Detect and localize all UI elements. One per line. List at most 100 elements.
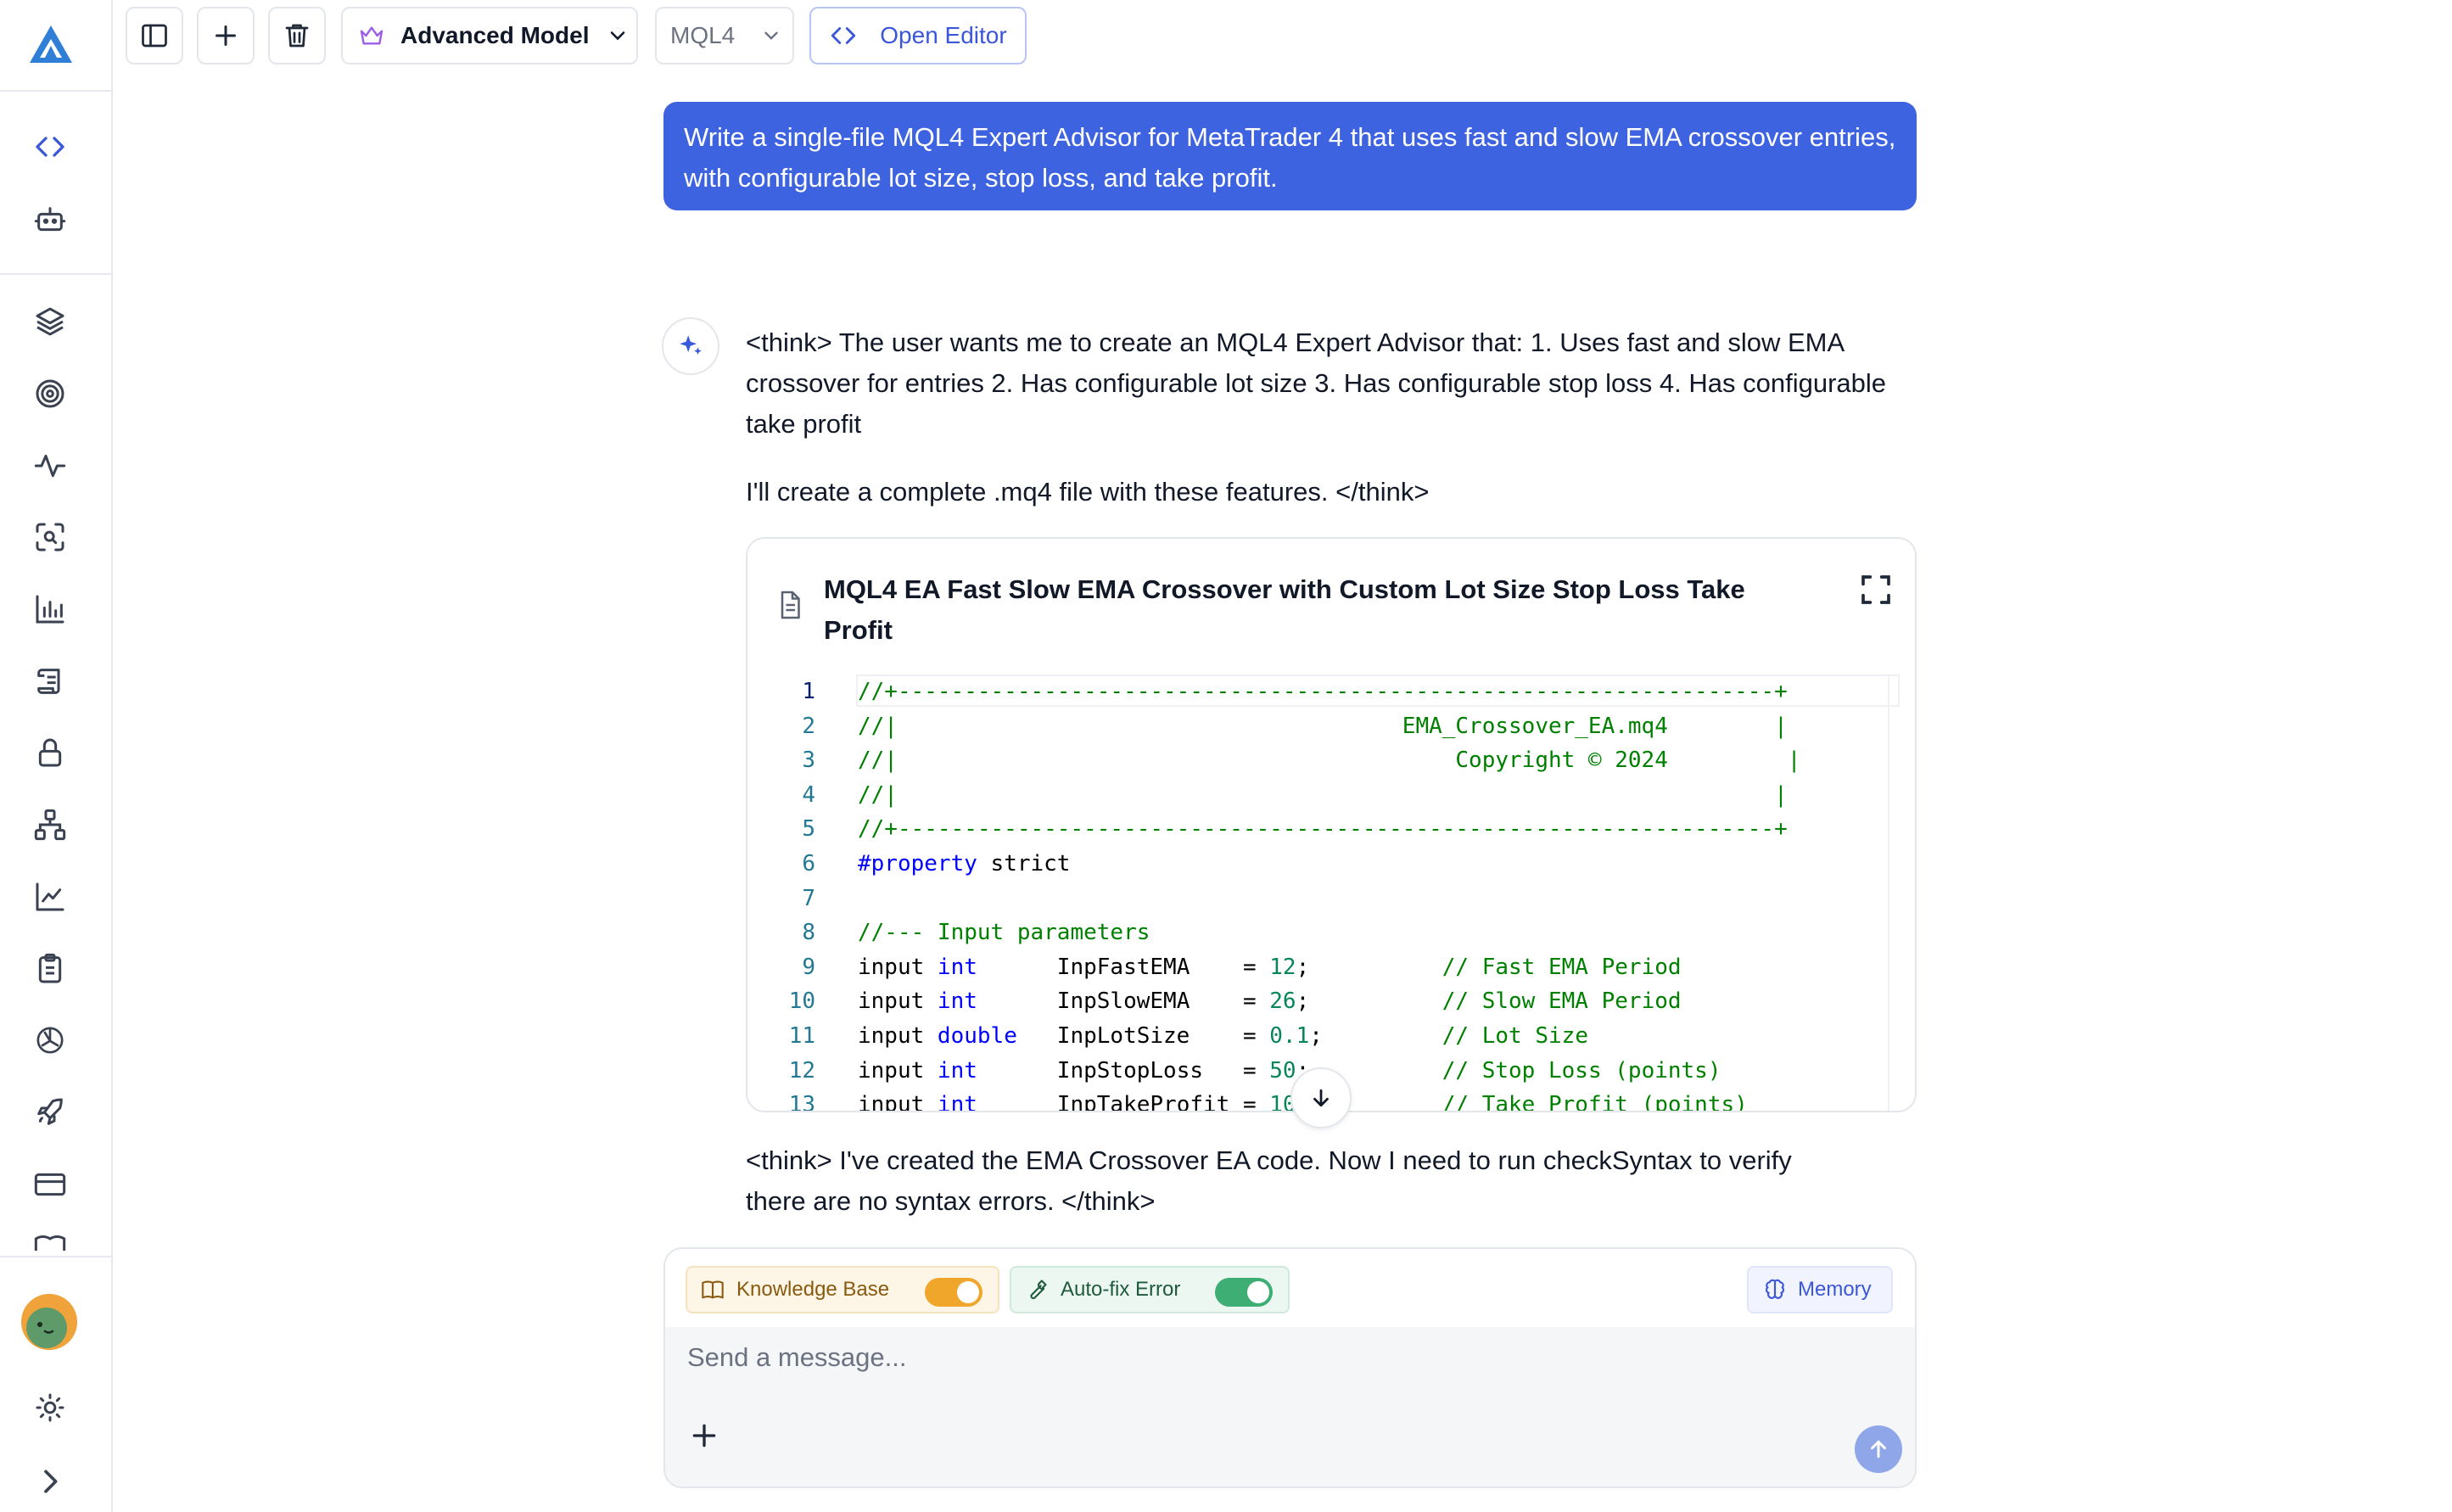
code-line: 11 input double InpLotSize = 0.1; // Lot …	[747, 1019, 1884, 1053]
bar-chart-icon[interactable]	[31, 590, 70, 629]
scroll-icon[interactable]	[31, 662, 70, 701]
settings-icon[interactable]	[31, 1388, 70, 1427]
model-label: Advanced Model	[400, 22, 590, 48]
code-text: //| Copyright © 2024 |	[858, 748, 1801, 774]
memory-button[interactable]: Memory	[1747, 1266, 1893, 1313]
assistant-avatar	[662, 317, 719, 375]
lock-icon[interactable]	[31, 733, 70, 772]
code-line: 1 //+------------------------------------…	[747, 675, 1884, 708]
code-block-title: MQL4 EA Fast Slow EMA Crossover with Cus…	[824, 574, 1745, 645]
assistant-thinking-text: I'll create a complete .mq4 file with th…	[746, 477, 1430, 507]
code-text: input int InpStopLoss = 50; // Stop Loss…	[858, 1057, 1721, 1084]
openai-icon[interactable]	[31, 1021, 70, 1060]
code-icon	[831, 27, 856, 44]
code-line: 8 //--- Input parameters	[747, 916, 1884, 949]
line-number: 8	[802, 920, 815, 946]
code-text: //| |	[858, 781, 1788, 808]
code-line: 10 input int InpSlowEMA = 26; // Slow EMA…	[747, 984, 1884, 1018]
line-number: 13	[788, 1092, 815, 1112]
line-chart-icon[interactable]	[31, 877, 70, 916]
chevron-down-icon	[611, 31, 625, 41]
assistant-thinking-text: <think> I've created the EMA Crossover E…	[746, 1145, 1792, 1216]
composer-toolbar: Knowledge Base Auto-fix Error Memory	[665, 1249, 1915, 1327]
knowledge-base-chip[interactable]: Knowledge Base	[686, 1266, 999, 1313]
line-number: 12	[788, 1057, 815, 1084]
open-editor-label: Open Editor	[880, 22, 1007, 48]
wrench-icon	[1030, 1280, 1047, 1300]
sidebar-panel-icon	[142, 24, 167, 48]
delete-chat-button[interactable]	[268, 7, 326, 64]
code-line: 6 #property strict	[747, 847, 1884, 881]
arrow-down-icon	[1313, 1089, 1329, 1107]
avatar[interactable]	[21, 1294, 77, 1350]
new-chat-button[interactable]	[197, 7, 255, 64]
target-icon[interactable]	[31, 374, 70, 413]
chevron-right-icon[interactable]	[31, 1462, 70, 1501]
code-text: //+-------------------------------------…	[858, 679, 1788, 704]
code-text: //+-------------------------------------…	[858, 816, 1788, 843]
attach-button[interactable]	[687, 1419, 721, 1453]
code-line: 2 //| EMA_Crossover_EA.mq4 |	[747, 709, 1884, 743]
chevron-down-icon	[764, 31, 778, 40]
line-number: 9	[802, 954, 815, 980]
toggle-sidebar-button[interactable]	[126, 7, 183, 64]
crown-icon	[360, 26, 383, 45]
sparkle-icon	[680, 335, 702, 355]
line-number: 7	[802, 885, 815, 911]
memory-label: Memory	[1798, 1278, 1872, 1301]
scan-search-icon[interactable]	[31, 518, 70, 557]
code-line: 5 //+------------------------------------…	[747, 812, 1884, 846]
expand-icon[interactable]	[1859, 573, 1893, 607]
line-number: 2	[802, 713, 815, 739]
language-selector[interactable]: MQL4	[655, 7, 794, 64]
brain-icon	[1766, 1279, 1784, 1299]
file-icon	[775, 590, 805, 624]
rocket-icon[interactable]	[31, 1093, 70, 1132]
code-line: 7	[747, 882, 1884, 916]
code-text: input int InpSlowEMA = 26; // Slow EMA P…	[858, 988, 1682, 1015]
line-number: 10	[788, 988, 815, 1015]
logo-icon[interactable]	[25, 20, 77, 71]
code-editor[interactable]: 1 //+------------------------------------…	[747, 675, 1900, 1112]
autofix-label: Auto-fix Error	[1061, 1278, 1181, 1301]
code-text: input int InpFastEMA = 12; // Fast EMA P…	[858, 954, 1682, 980]
code-text: input double InpLotSize = 0.1; // Lot Si…	[858, 1023, 1588, 1049]
line-number: 4	[802, 781, 815, 808]
line-number: 6	[802, 851, 815, 876]
plus-icon	[216, 25, 236, 46]
send-button[interactable]	[1855, 1425, 1902, 1473]
line-number: 5	[802, 816, 815, 843]
activity-icon[interactable]	[31, 446, 70, 485]
model-selector[interactable]: Advanced Model	[341, 7, 638, 64]
code-scrollbar[interactable]	[1888, 675, 1915, 1111]
code-text: //| EMA_Crossover_EA.mq4 |	[858, 713, 1788, 739]
trash-icon	[285, 24, 309, 48]
knowledge-base-label: Knowledge Base	[736, 1278, 890, 1301]
book-open-icon	[702, 1280, 724, 1299]
credit-card-icon[interactable]	[31, 1165, 70, 1204]
clipboard-icon[interactable]	[31, 949, 70, 988]
autofix-chip[interactable]: Auto-fix Error	[1010, 1266, 1290, 1313]
bot-icon[interactable]	[31, 200, 70, 239]
arrow-up-icon	[1871, 1440, 1886, 1459]
code-text: #property strict	[858, 851, 1071, 876]
knowledge-base-toggle[interactable]	[925, 1278, 982, 1307]
open-editor-button[interactable]: Open Editor	[809, 7, 1027, 64]
scroll-down-button[interactable]	[1290, 1067, 1352, 1128]
line-number: 11	[788, 1023, 815, 1049]
code-block-card: MQL4 EA Fast Slow EMA Crossover with Cus…	[746, 537, 1917, 1112]
code-line: 4 //| |	[747, 778, 1884, 812]
code-text: //--- Input parameters	[858, 920, 1150, 946]
layers-icon[interactable]	[31, 302, 70, 341]
sidebar	[0, 0, 113, 1512]
book-icon[interactable]	[31, 1230, 70, 1251]
network-icon[interactable]	[31, 805, 70, 844]
plus-icon	[692, 1424, 716, 1448]
line-number: 1	[802, 679, 815, 704]
message-input[interactable]: Send a message...	[687, 1342, 907, 1373]
code-line: 3 //| Copyright © 2024 |	[747, 743, 1884, 777]
line-number: 3	[802, 748, 815, 774]
code-icon[interactable]	[31, 127, 70, 166]
code-line: 9 input int InpFastEMA = 12; // Fast EMA …	[747, 950, 1884, 984]
autofix-toggle[interactable]	[1215, 1278, 1273, 1307]
